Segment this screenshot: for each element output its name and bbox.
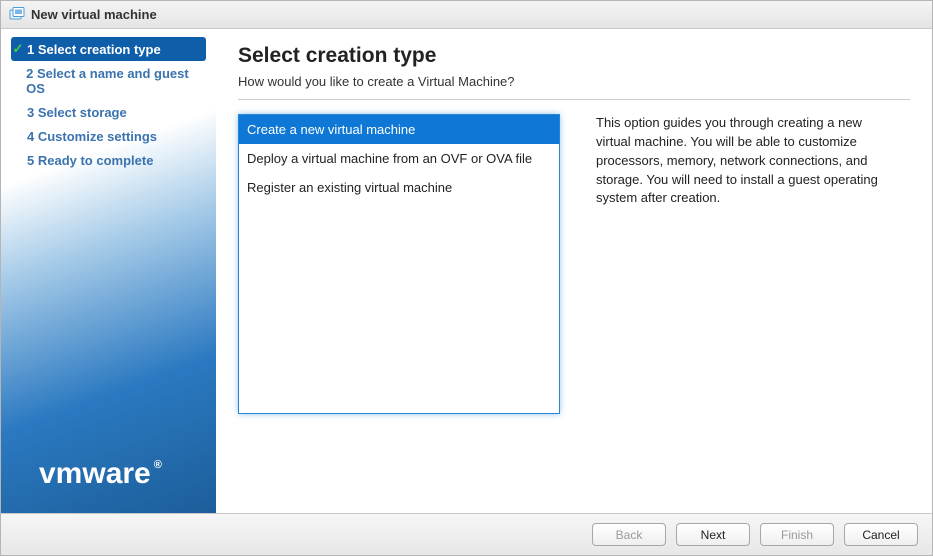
step-list: ✓ 1 Select creation type ✓ 2 Select a na… bbox=[1, 29, 216, 181]
cancel-button[interactable]: Cancel bbox=[844, 523, 918, 546]
creation-type-list[interactable]: Create a new virtual machine Deploy a vi… bbox=[238, 114, 560, 414]
finish-button[interactable]: Finish bbox=[760, 523, 834, 546]
option-register-existing-vm[interactable]: Register an existing virtual machine bbox=[239, 173, 559, 202]
step-label: 4 Customize settings bbox=[27, 129, 157, 144]
option-label: Register an existing virtual machine bbox=[247, 180, 452, 195]
option-description: This option guides you through creating … bbox=[596, 114, 910, 208]
option-label: Create a new virtual machine bbox=[247, 122, 415, 137]
step-ready-to-complete[interactable]: ✓ 5 Ready to complete bbox=[11, 149, 206, 171]
page-title: Select creation type bbox=[238, 44, 910, 68]
content-row: Create a new virtual machine Deploy a vi… bbox=[238, 114, 910, 513]
divider bbox=[238, 99, 910, 100]
step-label: 5 Ready to complete bbox=[27, 153, 153, 168]
check-icon: ✓ bbox=[11, 41, 25, 57]
option-label: Deploy a virtual machine from an OVF or … bbox=[247, 151, 532, 166]
footer: Back Next Finish Cancel bbox=[1, 513, 932, 555]
titlebar: New virtual machine bbox=[1, 1, 932, 29]
option-create-new-vm[interactable]: Create a new virtual machine bbox=[239, 115, 559, 144]
step-select-creation-type[interactable]: ✓ 1 Select creation type bbox=[11, 37, 206, 61]
step-name-guest-os[interactable]: ✓ 2 Select a name and guest OS bbox=[11, 63, 206, 99]
sidebar: ✓ 1 Select creation type ✓ 2 Select a na… bbox=[1, 29, 216, 513]
logo-registered: ® bbox=[154, 459, 162, 471]
logo-text: vmware bbox=[39, 457, 151, 490]
step-select-storage[interactable]: ✓ 3 Select storage bbox=[11, 101, 206, 123]
option-deploy-ovf-ova[interactable]: Deploy a virtual machine from an OVF or … bbox=[239, 144, 559, 173]
step-customize-settings[interactable]: ✓ 4 Customize settings bbox=[11, 125, 206, 147]
step-label: 3 Select storage bbox=[27, 105, 127, 120]
main-panel: Select creation type How would you like … bbox=[216, 29, 932, 513]
vm-icon bbox=[9, 7, 25, 23]
vmware-logo: vmware® bbox=[39, 457, 159, 491]
next-button[interactable]: Next bbox=[676, 523, 750, 546]
page-subtitle: How would you like to create a Virtual M… bbox=[238, 74, 910, 89]
wizard-window: New virtual machine ✓ 1 Select creation … bbox=[0, 0, 933, 556]
step-label: 1 Select creation type bbox=[27, 42, 161, 57]
window-title: New virtual machine bbox=[31, 7, 157, 22]
step-label: 2 Select a name and guest OS bbox=[26, 66, 200, 96]
body: ✓ 1 Select creation type ✓ 2 Select a na… bbox=[1, 29, 932, 513]
back-button[interactable]: Back bbox=[592, 523, 666, 546]
